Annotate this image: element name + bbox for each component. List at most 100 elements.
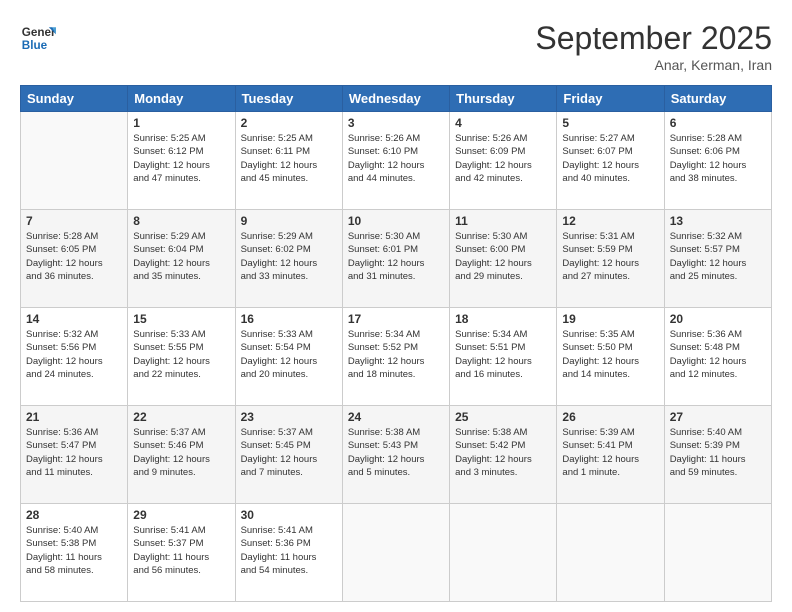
table-row: 8Sunrise: 5:29 AM Sunset: 6:04 PM Daylig… bbox=[128, 210, 235, 308]
day-number: 4 bbox=[455, 116, 551, 130]
table-row: 27 Sunrise: 5:40 AM Sunset: 5:39 PM Dayli… bbox=[664, 406, 771, 504]
day-number: 3 bbox=[348, 116, 444, 130]
day-info: Sunrise: 5:37 AM Sunset: 5:45 PM Dayligh… bbox=[241, 426, 337, 479]
day-info: Sunrise: 5:37 AM Sunset: 5:46 PM Dayligh… bbox=[133, 426, 229, 479]
day-info: Sunrise: 5:25 AM Sunset: 6:11 PM Dayligh… bbox=[241, 132, 337, 185]
table-row: 21 Sunrise: 5:36 AM Sunset: 5:47 PM Dayli… bbox=[21, 406, 128, 504]
day-number: 2 bbox=[241, 116, 337, 130]
table-row: 26 Sunrise: 5:39 AM Sunset: 5:41 PM Dayli… bbox=[557, 406, 664, 504]
location-subtitle: Anar, Kerman, Iran bbox=[535, 57, 772, 73]
day-info: Sunrise: 5:41 AM Sunset: 5:37 PM Dayligh… bbox=[133, 524, 229, 577]
col-friday: Friday bbox=[557, 86, 664, 112]
table-row: 12 Sunrise: 5:31 AM Sunset: 5:59 PM Dayli… bbox=[557, 210, 664, 308]
day-number: 11 bbox=[455, 214, 551, 228]
day-info: Sunrise: 5:38 AM Sunset: 5:43 PM Dayligh… bbox=[348, 426, 444, 479]
day-number: 1 bbox=[133, 116, 229, 130]
day-number: 28 bbox=[26, 508, 122, 522]
day-info: Sunrise: 5:30 AM Sunset: 6:00 PM Dayligh… bbox=[455, 230, 551, 283]
day-info: Sunrise: 5:26 AM Sunset: 6:10 PM Dayligh… bbox=[348, 132, 444, 185]
table-row: 25 Sunrise: 5:38 AM Sunset: 5:42 PM Dayli… bbox=[450, 406, 557, 504]
calendar-week-row: 1 Sunrise: 5:25 AM Sunset: 6:12 PM Daylig… bbox=[21, 112, 772, 210]
day-number: 19 bbox=[562, 312, 658, 326]
day-info: Sunrise: 5:30 AM Sunset: 6:01 PM Dayligh… bbox=[348, 230, 444, 283]
day-number: 17 bbox=[348, 312, 444, 326]
day-info: Sunrise: 5:34 AM Sunset: 5:51 PM Dayligh… bbox=[455, 328, 551, 381]
table-row: 18 Sunrise: 5:34 AM Sunset: 5:51 PM Dayli… bbox=[450, 308, 557, 406]
day-number: 9 bbox=[241, 214, 337, 228]
table-row: 20 Sunrise: 5:36 AM Sunset: 5:48 PM Dayli… bbox=[664, 308, 771, 406]
col-monday: Monday bbox=[128, 86, 235, 112]
day-info: Sunrise: 5:40 AM Sunset: 5:39 PM Dayligh… bbox=[670, 426, 766, 479]
day-number: 25 bbox=[455, 410, 551, 424]
table-row bbox=[557, 504, 664, 602]
day-info: Sunrise: 5:31 AM Sunset: 5:59 PM Dayligh… bbox=[562, 230, 658, 283]
table-row: 5 Sunrise: 5:27 AM Sunset: 6:07 PM Daylig… bbox=[557, 112, 664, 210]
table-row: 17 Sunrise: 5:34 AM Sunset: 5:52 PM Dayli… bbox=[342, 308, 449, 406]
day-info: Sunrise: 5:39 AM Sunset: 5:41 PM Dayligh… bbox=[562, 426, 658, 479]
day-info: Sunrise: 5:27 AM Sunset: 6:07 PM Dayligh… bbox=[562, 132, 658, 185]
table-row: 19Sunrise: 5:35 AM Sunset: 5:50 PM Dayli… bbox=[557, 308, 664, 406]
day-info: Sunrise: 5:41 AM Sunset: 5:36 PM Dayligh… bbox=[241, 524, 337, 577]
table-row: 1 Sunrise: 5:25 AM Sunset: 6:12 PM Daylig… bbox=[128, 112, 235, 210]
table-row bbox=[664, 504, 771, 602]
day-number: 26 bbox=[562, 410, 658, 424]
day-number: 29 bbox=[133, 508, 229, 522]
page: General Blue September 2025 Anar, Kerman… bbox=[0, 0, 792, 612]
table-row: 30 Sunrise: 5:41 AM Sunset: 5:36 PM Dayli… bbox=[235, 504, 342, 602]
day-number: 21 bbox=[26, 410, 122, 424]
day-info: Sunrise: 5:38 AM Sunset: 5:42 PM Dayligh… bbox=[455, 426, 551, 479]
table-row bbox=[342, 504, 449, 602]
day-number: 27 bbox=[670, 410, 766, 424]
table-row: 13Sunrise: 5:32 AM Sunset: 5:57 PM Dayli… bbox=[664, 210, 771, 308]
day-info: Sunrise: 5:29 AM Sunset: 6:04 PM Dayligh… bbox=[133, 230, 229, 283]
table-row: 6 Sunrise: 5:28 AM Sunset: 6:06 PM Daylig… bbox=[664, 112, 771, 210]
day-info: Sunrise: 5:28 AM Sunset: 6:05 PM Dayligh… bbox=[26, 230, 122, 283]
day-number: 30 bbox=[241, 508, 337, 522]
day-number: 6 bbox=[670, 116, 766, 130]
svg-text:Blue: Blue bbox=[22, 39, 48, 52]
col-wednesday: Wednesday bbox=[342, 86, 449, 112]
day-number: 12 bbox=[562, 214, 658, 228]
day-info: Sunrise: 5:36 AM Sunset: 5:47 PM Dayligh… bbox=[26, 426, 122, 479]
table-row: 15Sunrise: 5:33 AM Sunset: 5:55 PM Dayli… bbox=[128, 308, 235, 406]
header-row: Sunday Monday Tuesday Wednesday Thursday… bbox=[21, 86, 772, 112]
title-block: September 2025 Anar, Kerman, Iran bbox=[535, 20, 772, 73]
day-number: 18 bbox=[455, 312, 551, 326]
calendar-table: Sunday Monday Tuesday Wednesday Thursday… bbox=[20, 85, 772, 602]
table-row: 3 Sunrise: 5:26 AM Sunset: 6:10 PM Daylig… bbox=[342, 112, 449, 210]
day-info: Sunrise: 5:32 AM Sunset: 5:57 PM Dayligh… bbox=[670, 230, 766, 283]
logo-icon: General Blue bbox=[20, 20, 56, 56]
calendar-week-row: 7 Sunrise: 5:28 AM Sunset: 6:05 PM Daylig… bbox=[21, 210, 772, 308]
col-saturday: Saturday bbox=[664, 86, 771, 112]
day-info: Sunrise: 5:33 AM Sunset: 5:54 PM Dayligh… bbox=[241, 328, 337, 381]
col-tuesday: Tuesday bbox=[235, 86, 342, 112]
table-row: 9Sunrise: 5:29 AM Sunset: 6:02 PM Daylig… bbox=[235, 210, 342, 308]
logo: General Blue bbox=[20, 20, 56, 56]
month-title: September 2025 bbox=[535, 20, 772, 57]
table-row: 22 Sunrise: 5:37 AM Sunset: 5:46 PM Dayli… bbox=[128, 406, 235, 504]
day-number: 15 bbox=[133, 312, 229, 326]
table-row: 16 Sunrise: 5:33 AM Sunset: 5:54 PM Dayli… bbox=[235, 308, 342, 406]
day-info: Sunrise: 5:40 AM Sunset: 5:38 PM Dayligh… bbox=[26, 524, 122, 577]
table-row: 10Sunrise: 5:30 AM Sunset: 6:01 PM Dayli… bbox=[342, 210, 449, 308]
col-thursday: Thursday bbox=[450, 86, 557, 112]
table-row: 24Sunrise: 5:38 AM Sunset: 5:43 PM Dayli… bbox=[342, 406, 449, 504]
table-row: 4 Sunrise: 5:26 AM Sunset: 6:09 PM Daylig… bbox=[450, 112, 557, 210]
day-number: 5 bbox=[562, 116, 658, 130]
day-info: Sunrise: 5:32 AM Sunset: 5:56 PM Dayligh… bbox=[26, 328, 122, 381]
day-info: Sunrise: 5:28 AM Sunset: 6:06 PM Dayligh… bbox=[670, 132, 766, 185]
day-number: 23 bbox=[241, 410, 337, 424]
table-row: 23 Sunrise: 5:37 AM Sunset: 5:45 PM Dayli… bbox=[235, 406, 342, 504]
col-sunday: Sunday bbox=[21, 86, 128, 112]
day-number: 16 bbox=[241, 312, 337, 326]
table-row: 28 Sunrise: 5:40 AM Sunset: 5:38 PM Dayli… bbox=[21, 504, 128, 602]
day-info: Sunrise: 5:36 AM Sunset: 5:48 PM Dayligh… bbox=[670, 328, 766, 381]
day-info: Sunrise: 5:26 AM Sunset: 6:09 PM Dayligh… bbox=[455, 132, 551, 185]
day-info: Sunrise: 5:34 AM Sunset: 5:52 PM Dayligh… bbox=[348, 328, 444, 381]
day-number: 22 bbox=[133, 410, 229, 424]
day-number: 7 bbox=[26, 214, 122, 228]
day-info: Sunrise: 5:25 AM Sunset: 6:12 PM Dayligh… bbox=[133, 132, 229, 185]
table-row: 11 Sunrise: 5:30 AM Sunset: 6:00 PM Dayli… bbox=[450, 210, 557, 308]
day-number: 20 bbox=[670, 312, 766, 326]
calendar-week-row: 28 Sunrise: 5:40 AM Sunset: 5:38 PM Dayli… bbox=[21, 504, 772, 602]
